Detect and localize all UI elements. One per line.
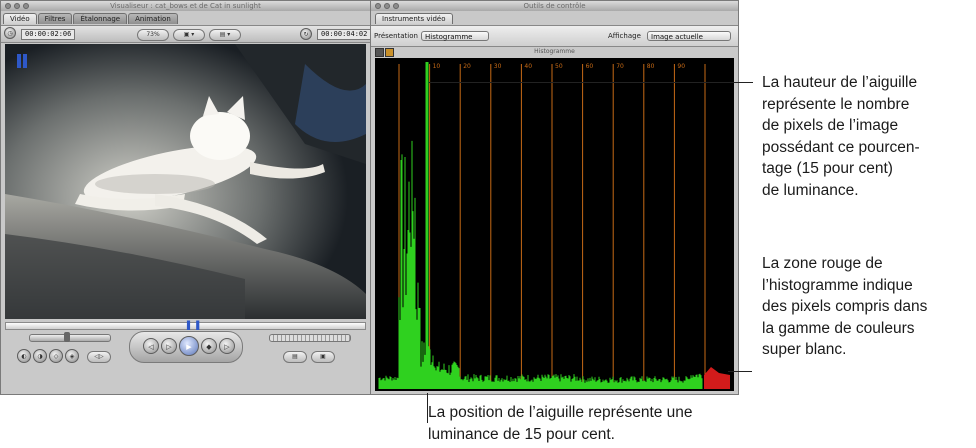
scopes-window: Outils de contrôle Instruments vidéo Pré… [370,0,739,395]
generators-popup[interactable]: ▣ [311,351,335,363]
match-frame-icon[interactable]: ◐ [17,349,31,363]
tab-filters[interactable]: Filtres [37,13,73,24]
tick-label-70: 70 [616,63,624,70]
scopes-title: Outils de contrôle [523,2,586,10]
window-controls [375,3,399,9]
histogram-title: Histogramme [534,48,575,55]
tick-label-90: 90 [677,63,685,70]
jog-control[interactable] [269,334,351,342]
refresh-icon: ↻ [300,28,312,40]
scopes-titlebar: Outils de contrôle [371,1,738,11]
view-popup[interactable]: ▣ ▾ [173,29,205,41]
viewer-titlebar: Visualiseur : cat_bows et de Cat in sunl… [1,1,370,11]
tab-motion[interactable]: Animation [128,13,178,24]
window-controls [5,3,29,9]
histogram-plot: 10 20 30 40 50 60 70 80 90 [378,62,730,389]
recent-clips-popup[interactable]: ▤ [283,351,307,363]
histogram-needle [425,62,429,389]
tab-color-correction[interactable]: Étalonnage [73,13,128,24]
viewer-window: Visualiseur : cat_bows et de Cat in sunl… [0,0,371,395]
annotation-needle-height: La hauteur de l’aiguille représente le n… [762,74,920,199]
zoom-icon[interactable] [23,3,29,9]
scopes-tabs: Instruments vidéo [375,13,453,24]
viewer-title: Visualiseur : cat_bows et de Cat in sunl… [110,2,261,10]
tab-video-scopes[interactable]: Instruments vidéo [375,13,453,24]
next-edit-icon[interactable]: ▷ [219,338,235,354]
superwhite-zone [704,367,730,389]
histogram-display: 10 20 30 40 50 60 70 80 90 [375,58,734,391]
play-icon[interactable]: ▶ [179,336,199,356]
annotation-needle-position: La position de l’aiguille représente une… [428,404,693,443]
display-popup[interactable]: Image actuelle [647,31,731,41]
tick-label-50: 50 [555,63,563,70]
display-label: Affichage [608,32,641,40]
zoom-popup[interactable]: 73% [137,29,169,41]
zoom-icon[interactable] [393,3,399,9]
tick-label-80: 80 [647,63,655,70]
tick-label-60: 60 [586,63,594,70]
duration-icon: ◷ [4,27,16,39]
tick-label-10: 10 [433,63,441,70]
add-marker-icon[interactable]: ◈ [65,349,79,363]
previous-edit-icon[interactable]: ◁ [143,338,159,354]
mark-clip-icon[interactable]: ◑ [33,349,47,363]
video-frame [5,44,366,319]
cat-image [5,44,366,319]
minimize-icon[interactable] [14,3,20,9]
play-in-out-icon[interactable]: ▷ [161,338,177,354]
add-keyframe-icon[interactable]: ◇ [49,349,63,363]
overlay-popup[interactable]: ▤ ▾ [209,29,241,41]
timecode-duration[interactable]: 00:00:02:06 [21,29,76,40]
tab-video[interactable]: Vidéo [3,13,37,24]
needle-height-leader [429,82,753,83]
annotation-red-zone: La zone rouge de l’histogramme indique d… [762,255,928,358]
tick-label-40: 40 [524,63,532,70]
tick-label-20: 20 [463,63,471,70]
tick-label-30: 30 [494,63,502,70]
timecode-current[interactable]: 00:00:04:02 [317,29,370,40]
in-out-markers: ▌▐ [187,321,200,330]
red-zone-leader [728,371,752,372]
close-icon[interactable] [375,3,381,9]
play-around-icon[interactable]: ◆ [201,338,217,354]
shuttle-thumb[interactable] [64,332,70,342]
presentation-label: Présentation [374,32,418,40]
minimize-icon[interactable] [384,3,390,9]
mark-in-out-buttons[interactable]: ◁▷ [87,351,111,363]
shuttle-slider[interactable] [29,334,111,342]
viewer-tabs: Vidéo Filtres Étalonnage Animation [3,13,178,24]
presentation-popup[interactable]: Histogramme [421,31,489,41]
close-icon[interactable] [5,3,11,9]
scrubber-bar[interactable] [5,322,366,330]
